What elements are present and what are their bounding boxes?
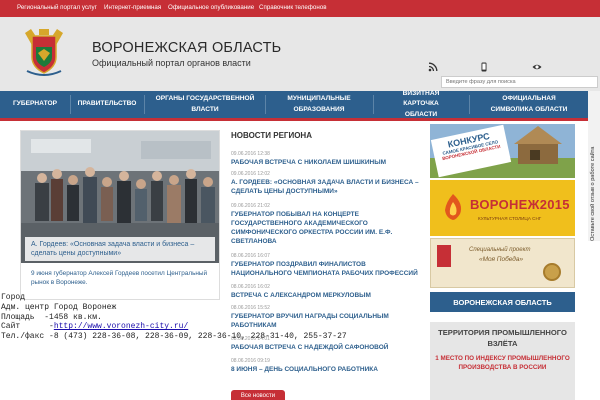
victory-badge [437,245,451,267]
region-info-text: Город Адм. центр Город Воронеж Площадь -… [1,293,347,342]
mobile-icon[interactable] [479,62,489,72]
eye-icon[interactable] [532,62,542,72]
topbar-link-publication[interactable]: Официальное опубликование [168,4,254,11]
banner-voronezh-2015[interactable]: ВОРОНЕЖ2015 КУЛЬТУРНАЯ СТОЛИЦА СНГ [430,180,575,236]
all-news-button[interactable]: Все новости [231,390,285,400]
info-value: -1458 кв.км. [44,312,102,322]
nav-item-region-card[interactable]: ВИЗИТНАЯ КАРТОЧКА ОБЛАСТИ [374,90,468,118]
topbar-link-services[interactable]: Региональный портал услуг [17,4,97,11]
news-item[interactable]: 09.06.2016 12:02 А. ГОРДЕЕВ: «ОСНОВНАЯ З… [231,171,426,196]
info-label: Тел./факс [1,332,45,342]
nav-separator [144,95,145,114]
banner-beautiful-village[interactable]: КОНКУРС САМОЕ КРАСИВОЕ СЕЛО ВОРОНЕЖСКОЙ … [430,124,575,178]
news-title[interactable]: РАБОЧАЯ ВСТРЕЧА С НАДЕЖДОЙ САФОНОВОЙ [231,343,426,352]
nav-item-state-bodies[interactable]: ОРГАНЫ ГОСУДАРСТВЕННОЙ ВЛАСТИ [146,91,264,118]
top-bar: Региональный портал услуг Интернет-прием… [0,0,600,17]
main-nav: ГУБЕРНАТОР ПРАВИТЕЛЬСТВО ОРГАНЫ ГОСУДАРС… [0,90,588,121]
news-item[interactable]: 08.06.2016 09:19 8 ИЮНЯ – ДЕНЬ СОЦИАЛЬНО… [231,358,426,374]
featured-news-text[interactable]: 9 июня губернатор Алексей Гордеев посети… [31,269,211,288]
news-item[interactable]: 08.06.2016 16:07 ГУБЕРНАТОР ПОЗДРАВИЛ ФИ… [231,253,426,278]
project-line: «Моя Победа» [479,256,524,263]
banner-my-victory[interactable]: Специальный проект «Моя Победа» [430,238,575,288]
info-value: Город Воронеж [53,302,117,312]
topbar-link-phonebook[interactable]: Справочник телефонов [259,4,326,11]
project-line: Специальный проект [469,247,531,253]
news-title[interactable]: ГУБЕРНАТОР ПОЗДРАВИЛ ФИНАЛИСТОВ НАЦИОНАЛ… [231,260,426,278]
site-subtitle: Официальный портал органов власти [92,58,251,68]
news-title[interactable]: ГУБЕРНАТОР ПОБЫВАЛ НА КОНЦЕРТЕ ГОСУДАРСТ… [231,210,426,246]
capital-subtitle: КУЛЬТУРНАЯ СТОЛИЦА СНГ [478,216,542,221]
info-label: Адм. центр [1,302,50,312]
rss-icon[interactable] [428,62,438,72]
info-label: Город [1,293,26,302]
flame-icon [445,194,462,220]
nav-item-municipalities[interactable]: МУНИЦИПАЛЬНЫЕ ОБРАЗОВАНИЯ [266,91,372,118]
capital-title: ВОРОНЕЖ2015 [470,197,570,212]
industrial-subtitle: 1 МЕСТО ПО ИНДЕКСУ ПРОМЫШЛЕННОГО ПРОИЗВО… [435,355,570,371]
info-label: Сайт [1,322,21,332]
news-item[interactable]: 09.06.2016 12:38 РАБОЧАЯ ВСТРЕЧА С НИКОЛ… [231,151,426,167]
news-heading: НОВОСТИ РЕГИОНА [231,131,312,140]
site-title[interactable]: ВОРОНЕЖСКАЯ ОБЛАСТЬ [92,40,281,56]
nav-item-symbols[interactable]: ОФИЦИАЛЬНАЯ СИМВОЛИКА ОБЛАСТИ [470,91,588,118]
info-label: Площадь [1,312,35,322]
coat-of-arms-logo[interactable] [23,27,65,77]
industrial-title: ТЕРРИТОРИЯ ПРОМЫШЛЕННОГО ВЗЛЁТА [438,328,567,348]
search-input[interactable] [441,76,598,88]
info-value: -8 (473) 228-36-08, 228-36-09, 228-36-10… [49,332,347,342]
news-title[interactable]: 8 ИЮНЯ – ДЕНЬ СОЦИАЛЬНОГО РАБОТНИКА [231,365,426,374]
featured-news-card[interactable]: А. Гордеев: «Основная задача власти и би… [20,130,220,300]
banner-industrial[interactable]: ТЕРРИТОРИЯ ПРОМЫШЛЕННОГО ВЗЛЁТА 1 МЕСТО … [430,322,575,400]
topbar-link-reception[interactable]: Интернет-приемная [104,4,161,11]
news-title[interactable]: А. ГОРДЕЕВ: «ОСНОВНАЯ ЗАДАЧА ВЛАСТИ И БИ… [231,178,426,196]
medal-icon [543,263,561,281]
nav-item-governor[interactable]: ГУБЕРНАТОР [0,91,70,118]
news-title[interactable]: РАБОЧАЯ ВСТРЕЧА С НИКОЛАЕМ ШИШКИНЫМ [231,158,426,167]
city-website-link[interactable]: http://www.voronezh-city.ru/ [54,322,188,331]
featured-news-caption[interactable]: А. Гордеев: «Основная задача власти и би… [25,237,215,261]
nav-item-government[interactable]: ПРАВИТЕЛЬСТВО [70,91,144,118]
feedback-label: Оставьте свой отзыв о работе сайта [590,146,596,241]
banner-region-label[interactable]: ВОРОНЕЖСКАЯ ОБЛАСТЬ [430,292,575,312]
feedback-side-tab[interactable]: Оставьте свой отзыв о работе сайта [588,91,600,241]
news-item[interactable]: 09.06.2016 21:02 ГУБЕРНАТОР ПОБЫВАЛ НА К… [231,203,426,246]
